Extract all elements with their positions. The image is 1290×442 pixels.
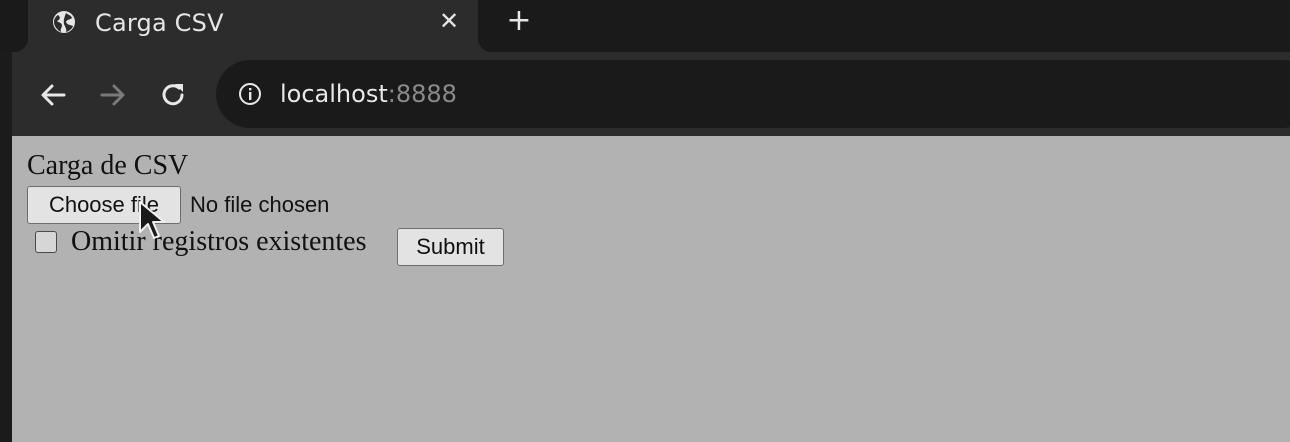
close-tab-icon[interactable]: ✕ [436,8,462,34]
page-content: Carga de CSV Choose file No file chosen … [12,136,1290,442]
globe-icon [53,11,75,33]
arrow-right-icon[interactable] [98,80,128,110]
new-tab-button[interactable]: + [504,6,534,36]
url-host: localhost [280,80,388,108]
browser-toolbar: localhost:8888 [12,52,1290,136]
omit-existing-checkbox[interactable] [35,231,57,253]
address-bar[interactable]: localhost:8888 [216,60,1290,128]
tab-title: Carga CSV [95,9,224,37]
reload-icon[interactable] [158,80,188,110]
mouse-cursor-icon [139,201,165,239]
browser-window: Carga CSV ✕ + localhost:8888 Carga de CS… [0,0,1290,442]
tab-strip: Carga CSV ✕ + [0,0,1290,52]
omit-existing-label: Omitir registros existentes [71,226,367,257]
url-port: :8888 [387,80,457,108]
page-title: Carga de CSV [27,150,189,181]
arrow-left-icon[interactable] [38,80,68,110]
info-icon[interactable] [238,82,262,106]
file-status-text: No file chosen [190,192,330,217]
url-text[interactable]: localhost:8888 [280,80,457,108]
tab-carga-csv[interactable]: Carga CSV ✕ [14,0,492,52]
submit-button[interactable]: Submit [397,228,504,266]
